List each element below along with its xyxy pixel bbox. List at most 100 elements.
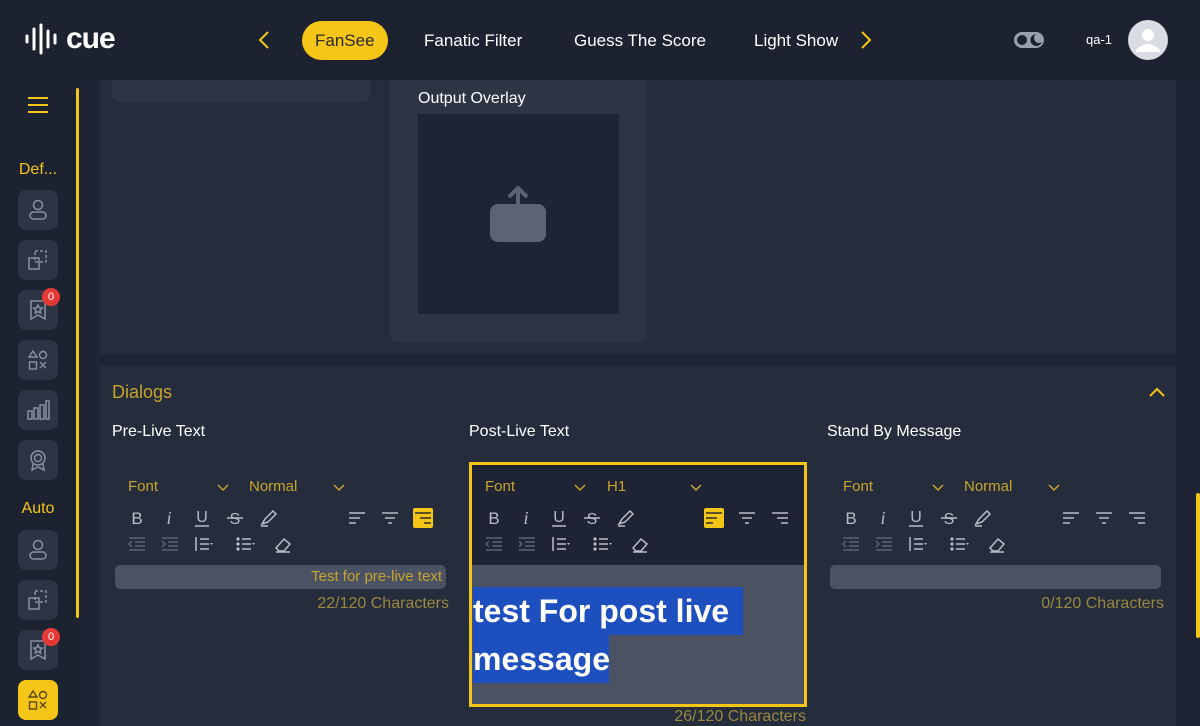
post-live-title: Post-Live Text — [469, 423, 570, 440]
svg-text:S: S — [230, 511, 241, 528]
sidebar-item-awards[interactable] — [18, 440, 58, 480]
sound-wave-icon — [25, 23, 57, 55]
tab-fanatic-filter[interactable]: Fanatic Filter — [424, 21, 522, 60]
ordered-list-icon[interactable] — [550, 534, 574, 554]
shapes-icon — [27, 349, 48, 370]
chevron-left-icon[interactable] — [254, 28, 274, 52]
eraser-icon[interactable] — [630, 534, 650, 554]
outdent-icon[interactable] — [841, 534, 861, 554]
italic-icon[interactable]: i — [873, 508, 893, 528]
chevron-down-icon[interactable] — [217, 484, 229, 492]
underline-icon[interactable]: U — [906, 508, 926, 528]
align-center-icon[interactable] — [737, 508, 757, 528]
underline-icon[interactable]: U — [549, 508, 569, 528]
standby-text-input[interactable] — [830, 565, 1161, 589]
align-right-icon[interactable] — [1127, 508, 1147, 528]
sidebar-item-layers-auto[interactable] — [18, 580, 58, 620]
sidebar-item-bookmarks-auto[interactable]: 0 — [18, 628, 60, 670]
tab-guess-the-score[interactable]: Guess The Score — [574, 21, 706, 60]
award-icon — [30, 450, 46, 472]
tab-light-show[interactable]: Light Show — [754, 21, 838, 60]
highlighter-icon[interactable] — [615, 508, 635, 528]
output-overlay-label: Output Overlay — [418, 90, 526, 107]
indent-icon[interactable] — [874, 534, 894, 554]
svg-text:S: S — [944, 511, 955, 528]
chevron-right-icon[interactable] — [856, 28, 876, 52]
svg-text:U: U — [553, 509, 565, 526]
tab-fansee[interactable]: FanSee — [302, 21, 388, 60]
sidebar-item-shapes[interactable] — [18, 340, 58, 380]
pre-live-title: Pre-Live Text — [112, 423, 206, 440]
outdent-icon[interactable] — [127, 534, 147, 554]
indent-icon[interactable] — [517, 534, 537, 554]
align-center-icon[interactable] — [1094, 508, 1114, 528]
chevron-up-icon[interactable] — [1148, 386, 1166, 398]
ordered-list-icon[interactable] — [193, 534, 217, 554]
bullet-list-icon[interactable] — [949, 534, 973, 554]
bold-icon[interactable]: B — [127, 508, 147, 528]
align-left-icon[interactable] — [347, 508, 367, 528]
sidebar-item-user[interactable] — [18, 190, 58, 230]
layers-icon — [28, 590, 47, 610]
font-select[interactable]: Font — [843, 478, 873, 495]
pre-live-char-count: 22/120 Characters — [317, 595, 449, 612]
svg-text:i: i — [523, 508, 528, 528]
standby-char-count: 0/120 Characters — [1041, 595, 1164, 612]
highlighter-icon[interactable] — [972, 508, 992, 528]
strikethrough-icon[interactable]: S — [225, 508, 245, 528]
eraser-icon[interactable] — [273, 534, 293, 554]
italic-icon[interactable]: i — [516, 508, 536, 528]
svg-text:U: U — [910, 509, 922, 526]
underline-icon[interactable]: U — [192, 508, 212, 528]
ordered-list-icon[interactable] — [907, 534, 931, 554]
eraser-icon[interactable] — [987, 534, 1007, 554]
indent-icon[interactable] — [160, 534, 180, 554]
sidebar-item-stats[interactable] — [18, 390, 58, 430]
sidebar-item-shapes-auto[interactable] — [18, 680, 58, 720]
menu-icon[interactable] — [28, 96, 48, 114]
output-overlay-upload[interactable] — [418, 114, 619, 314]
highlighter-icon[interactable] — [258, 508, 278, 528]
notification-badge: 0 — [42, 628, 60, 646]
chevron-down-icon[interactable] — [690, 484, 702, 492]
svg-text:U: U — [196, 509, 208, 526]
logo[interactable]: cue — [24, 22, 116, 56]
strikethrough-icon[interactable]: S — [939, 508, 959, 528]
dialogs-title: Dialogs — [112, 382, 173, 402]
chevron-down-icon[interactable] — [574, 484, 586, 492]
align-right-icon[interactable] — [770, 508, 790, 528]
chevron-down-icon[interactable] — [932, 484, 944, 492]
sidebar-scrollbar[interactable] — [76, 88, 79, 618]
theme-toggle[interactable] — [1014, 30, 1046, 50]
sidebar-item-layers[interactable] — [18, 240, 58, 280]
upload-icon — [490, 186, 546, 242]
bullet-list-icon[interactable] — [592, 534, 616, 554]
sidebar-item-bookmarks[interactable]: 0 — [18, 288, 60, 330]
username[interactable]: qa-1 — [1086, 32, 1112, 47]
user-icon — [1136, 29, 1160, 52]
bold-icon[interactable]: B — [841, 508, 861, 528]
italic-icon[interactable]: i — [159, 508, 179, 528]
sidebar-item-user-auto[interactable] — [18, 530, 58, 570]
bullet-list-icon[interactable] — [235, 534, 259, 554]
align-left-icon[interactable] — [704, 508, 724, 528]
outdent-icon[interactable] — [484, 534, 504, 554]
layers-icon — [28, 250, 47, 270]
font-select[interactable]: Font — [485, 478, 515, 495]
post-live-text-line: test For post live — [473, 587, 743, 635]
page-scrollbar[interactable] — [1196, 493, 1200, 638]
align-right-icon[interactable] — [413, 508, 433, 528]
size-select[interactable]: Normal — [964, 478, 1012, 495]
pre-live-text-input[interactable]: Test for pre-live text — [115, 565, 446, 589]
strikethrough-icon[interactable]: S — [582, 508, 602, 528]
chevron-down-icon[interactable] — [1048, 484, 1060, 492]
bold-icon[interactable]: B — [484, 508, 504, 528]
align-center-icon[interactable] — [380, 508, 400, 528]
svg-text:B: B — [845, 509, 856, 528]
size-select[interactable]: Normal — [249, 478, 297, 495]
font-select[interactable]: Font — [128, 478, 158, 495]
chevron-down-icon[interactable] — [333, 484, 345, 492]
align-left-icon[interactable] — [1061, 508, 1081, 528]
size-select[interactable]: H1 — [607, 478, 626, 495]
avatar[interactable] — [1128, 20, 1168, 60]
